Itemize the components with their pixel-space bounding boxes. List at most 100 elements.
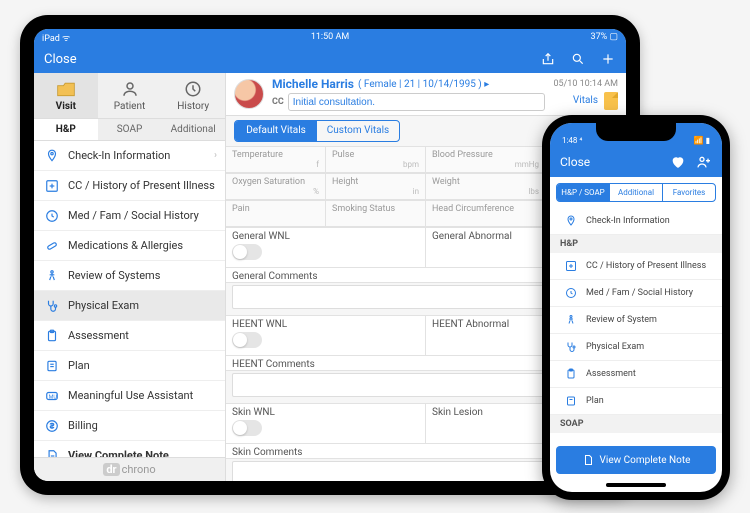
iphone-close-button[interactable]: Close bbox=[560, 155, 590, 169]
iphone-list[interactable]: Check-In Information H&P CC / History of… bbox=[550, 208, 722, 440]
mode-tab-label: History bbox=[177, 101, 209, 112]
nav-ros[interactable]: Review of Systems bbox=[34, 261, 225, 291]
iphone-view-note-button[interactable]: View Complete Note bbox=[556, 446, 716, 474]
seg-default-vitals[interactable]: Default Vitals bbox=[235, 121, 317, 141]
item-label: Review of System bbox=[586, 315, 657, 325]
nav-cc-hpi[interactable]: CC / History of Present Illness bbox=[34, 171, 225, 201]
iphone-tab-additional[interactable]: Additional bbox=[609, 184, 662, 201]
vitals-row: Vitals bbox=[573, 92, 618, 110]
nav-billing[interactable]: Billing bbox=[34, 411, 225, 441]
ip-group-hp: H&P bbox=[550, 235, 722, 253]
vitals-link[interactable]: Vitals bbox=[573, 95, 598, 106]
ipad-body: Visit Patient History bbox=[34, 73, 626, 481]
section-tab-soap[interactable]: SOAP bbox=[98, 119, 162, 141]
brand-chrono: chrono bbox=[122, 463, 156, 476]
iphone-tab-hp-soap[interactable]: H&P / SOAP bbox=[557, 184, 609, 201]
chat-icon bbox=[564, 439, 578, 440]
nav-mu[interactable]: MU Meaningful Use Assistant bbox=[34, 381, 225, 411]
iphone-top-bar: Close bbox=[550, 147, 722, 177]
section-tab-hp[interactable]: H&P bbox=[34, 119, 98, 141]
add-icon[interactable] bbox=[600, 51, 616, 67]
nav-label: Plan bbox=[68, 359, 90, 372]
cc-line: CC bbox=[272, 93, 545, 111]
ip-item-med-fam[interactable]: Med / Fam / Social History bbox=[550, 280, 722, 307]
patient-avatar[interactable] bbox=[234, 79, 264, 109]
field-general-wnl: General WNL bbox=[226, 228, 426, 268]
item-label: Assessment bbox=[586, 369, 636, 379]
patient-meta: Michelle Harris ( Female | 21 | 10/14/19… bbox=[272, 77, 545, 111]
toggle-skin-wnl[interactable] bbox=[232, 420, 262, 436]
field-label: Temperature bbox=[232, 150, 319, 160]
share-icon[interactable] bbox=[540, 51, 556, 67]
note-icon bbox=[44, 358, 60, 374]
field-skin-wnl: Skin WNL bbox=[226, 404, 426, 444]
field-weight[interactable]: Weightlbs bbox=[426, 174, 546, 200]
nav-meds-allergies[interactable]: Medications & Allergies bbox=[34, 231, 225, 261]
nav-plan[interactable]: Plan bbox=[34, 351, 225, 381]
field-label: Height bbox=[332, 177, 419, 187]
seg-custom-vitals[interactable]: Custom Vitals bbox=[317, 121, 399, 141]
item-label: Plan bbox=[586, 396, 604, 406]
nav-label: Assessment bbox=[68, 329, 129, 342]
ip-item-ros[interactable]: Review of System bbox=[550, 307, 722, 334]
ip-item-checkin[interactable]: Check-In Information bbox=[550, 208, 722, 235]
ip-item-assessment[interactable]: Assessment bbox=[550, 361, 722, 388]
patient-side: 05/10 10:14 AM Vitals bbox=[553, 79, 618, 110]
person-add-icon[interactable] bbox=[696, 154, 712, 170]
clipboard-icon bbox=[564, 367, 578, 381]
ip-item-subjective[interactable]: Subjective bbox=[550, 433, 722, 440]
field-unit: % bbox=[313, 187, 319, 196]
field-bp[interactable]: Blood PressuremmHg bbox=[426, 147, 546, 173]
iphone-tabs: H&P / SOAP Additional Favorites bbox=[556, 183, 716, 202]
field-temperature[interactable]: Temperaturef bbox=[226, 147, 326, 173]
heart-icon[interactable] bbox=[670, 154, 686, 170]
field-label: Pain bbox=[232, 204, 319, 214]
ip-item-plan[interactable]: Plan bbox=[550, 388, 722, 415]
nav-view-note[interactable]: View Complete Note bbox=[34, 441, 225, 457]
iphone-status-right: 📶 ▮ bbox=[694, 136, 710, 145]
item-label: Check-In Information bbox=[586, 216, 670, 226]
close-button[interactable]: Close bbox=[44, 52, 77, 67]
patient-line[interactable]: Michelle Harris ( Female | 21 | 10/14/19… bbox=[272, 77, 545, 91]
nav-assessment[interactable]: Assessment bbox=[34, 321, 225, 351]
home-indicator bbox=[606, 483, 666, 487]
iphone-tab-favorites[interactable]: Favorites bbox=[662, 184, 715, 201]
field-o2sat[interactable]: Oxygen Saturation% bbox=[226, 174, 326, 200]
field-height[interactable]: Heightin bbox=[326, 174, 426, 200]
toggle-heent-wnl[interactable] bbox=[232, 332, 262, 348]
nav-checkin[interactable]: Check-In Information › bbox=[34, 141, 225, 171]
body-icon bbox=[564, 313, 578, 327]
left-column: Visit Patient History bbox=[34, 73, 226, 481]
nav-physical-exam[interactable]: Physical Exam bbox=[34, 291, 225, 321]
ip-group-soap: SOAP bbox=[550, 415, 722, 433]
toggle-general-wnl[interactable] bbox=[232, 244, 262, 260]
mode-tab-visit[interactable]: Visit bbox=[34, 73, 98, 119]
field-pain[interactable]: Pain bbox=[226, 201, 326, 227]
mode-tab-history[interactable]: History bbox=[161, 73, 225, 119]
item-label: Med / Fam / Social History bbox=[586, 288, 693, 298]
patient-details: ( Female | 21 | 10/14/1995 ) ▸ bbox=[358, 79, 489, 90]
search-icon[interactable] bbox=[570, 51, 586, 67]
pin-icon bbox=[44, 148, 60, 164]
nav-label: Review of Systems bbox=[68, 269, 160, 282]
nav-med-fam[interactable]: Med / Fam / Social History bbox=[34, 201, 225, 231]
pin-icon bbox=[564, 214, 578, 228]
clipboard-icon bbox=[44, 328, 60, 344]
mode-tab-label: Visit bbox=[56, 101, 76, 112]
document-icon bbox=[44, 448, 60, 458]
cc-label: CC bbox=[272, 97, 284, 107]
cc-input[interactable] bbox=[288, 93, 546, 111]
ip-item-cc-hpi[interactable]: CC / History of Present Illness bbox=[550, 253, 722, 280]
status-right: 37% ▢ bbox=[426, 32, 618, 42]
section-tab-additional[interactable]: Additional bbox=[161, 119, 225, 141]
field-pulse[interactable]: Pulsebpm bbox=[326, 147, 426, 173]
nav-list: Check-In Information › CC / History of P… bbox=[34, 141, 225, 457]
ip-item-pe[interactable]: Physical Exam bbox=[550, 334, 722, 361]
field-label: Weight bbox=[432, 177, 539, 187]
iphone-device: 1:48 ⁴ 📶 ▮ Close H&P / SOAP Additional F… bbox=[542, 115, 730, 500]
field-unit: bpm bbox=[403, 160, 419, 169]
mode-tab-patient[interactable]: Patient bbox=[98, 73, 162, 119]
sticky-note-icon[interactable] bbox=[604, 92, 618, 110]
field-label: General WNL bbox=[232, 231, 419, 242]
field-smoking[interactable]: Smoking Status bbox=[326, 201, 426, 227]
